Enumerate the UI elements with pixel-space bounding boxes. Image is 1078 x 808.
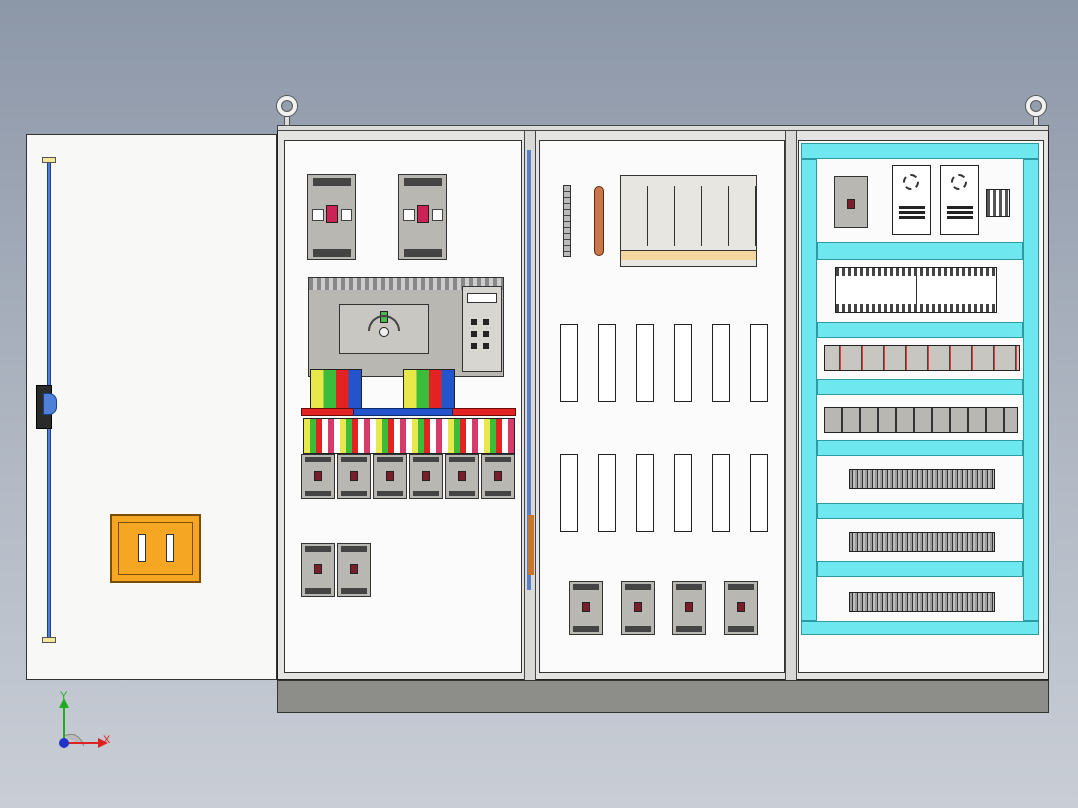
cyan-rail	[817, 322, 1023, 338]
cyan-rail	[817, 561, 1023, 577]
relay-row	[824, 345, 1020, 371]
ats-phase-leads-left	[310, 369, 362, 409]
power-supply[interactable]	[892, 165, 931, 235]
mounting-plate-2	[539, 140, 785, 673]
cyan-rail	[817, 503, 1023, 519]
cyan-rail-right	[1023, 159, 1039, 621]
cyan-rail	[817, 440, 1023, 456]
cyan-rail-top	[801, 143, 1039, 159]
cyan-rail	[817, 379, 1023, 395]
rod-bottom-clip	[42, 637, 56, 643]
divider-hinge-orange	[528, 515, 534, 575]
left-cabinet-door[interactable]	[26, 134, 277, 680]
transfer-switch[interactable]	[308, 277, 504, 377]
fuse-holder[interactable]	[750, 324, 768, 402]
fuse-holder[interactable]	[560, 454, 578, 532]
axis-y-label: Y	[60, 690, 68, 702]
copper-bar	[594, 186, 604, 256]
lifting-eye-icon	[1026, 96, 1046, 116]
feeder-breaker[interactable]	[445, 454, 479, 499]
fuse-holder[interactable]	[750, 454, 768, 532]
feeder-breaker[interactable]	[409, 454, 443, 499]
fuse-holder[interactable]	[674, 454, 692, 532]
large-contactor[interactable]	[620, 175, 757, 267]
rod-top-clip	[42, 157, 56, 163]
feeder-breaker[interactable]	[337, 454, 371, 499]
aux-breaker[interactable]	[301, 543, 335, 597]
cabinet-plinth	[277, 680, 1049, 713]
fuse-holder[interactable]	[636, 454, 654, 532]
fuse-holder[interactable]	[712, 454, 730, 532]
feeder-leads	[303, 418, 515, 454]
terminal-strip	[849, 532, 995, 552]
control-breaker[interactable]	[834, 176, 868, 228]
cyan-rail-bottom	[801, 621, 1039, 635]
fuse-holder[interactable]	[636, 324, 654, 402]
mounting-plate-3	[798, 140, 1044, 673]
branch-breaker[interactable]	[672, 581, 706, 635]
rod-latch-cam	[43, 393, 57, 415]
feeder-breaker[interactable]	[481, 454, 515, 499]
terminal-strip	[849, 592, 995, 612]
ats-phase-leads-right	[403, 369, 455, 409]
fuse-holder[interactable]	[598, 324, 616, 402]
axis-x-label: X	[103, 734, 111, 746]
lifting-eye-icon	[277, 96, 297, 116]
mounting-plate-1	[284, 140, 522, 673]
relay-block	[986, 189, 1010, 217]
terminal-rail-vertical	[563, 185, 571, 257]
main-breaker-1[interactable]	[307, 174, 356, 260]
branch-breaker[interactable]	[621, 581, 655, 635]
cyan-rail-left	[801, 159, 817, 621]
door-handle-icon[interactable]	[110, 514, 201, 583]
lifting-eye-stem	[284, 116, 290, 126]
section-divider	[785, 131, 797, 680]
main-breaker-2[interactable]	[398, 174, 447, 260]
branch-breaker[interactable]	[569, 581, 603, 635]
feeder-breaker[interactable]	[373, 454, 407, 499]
terminal-strip	[849, 469, 995, 489]
feeder-breaker[interactable]	[301, 454, 335, 499]
branch-breaker[interactable]	[724, 581, 758, 635]
fuse-holder[interactable]	[712, 324, 730, 402]
lifting-eye-stem	[1033, 116, 1039, 126]
plc-module[interactable]	[835, 267, 997, 313]
fuse-holder[interactable]	[560, 324, 578, 402]
aux-breaker[interactable]	[337, 543, 371, 597]
busbar-blue	[353, 408, 453, 416]
fuse-holder[interactable]	[674, 324, 692, 402]
cabinet-top-trim	[277, 125, 1049, 131]
cyan-rail	[817, 242, 1023, 260]
fuse-holder[interactable]	[598, 454, 616, 532]
power-supply[interactable]	[940, 165, 979, 235]
relay-row	[824, 407, 1018, 433]
